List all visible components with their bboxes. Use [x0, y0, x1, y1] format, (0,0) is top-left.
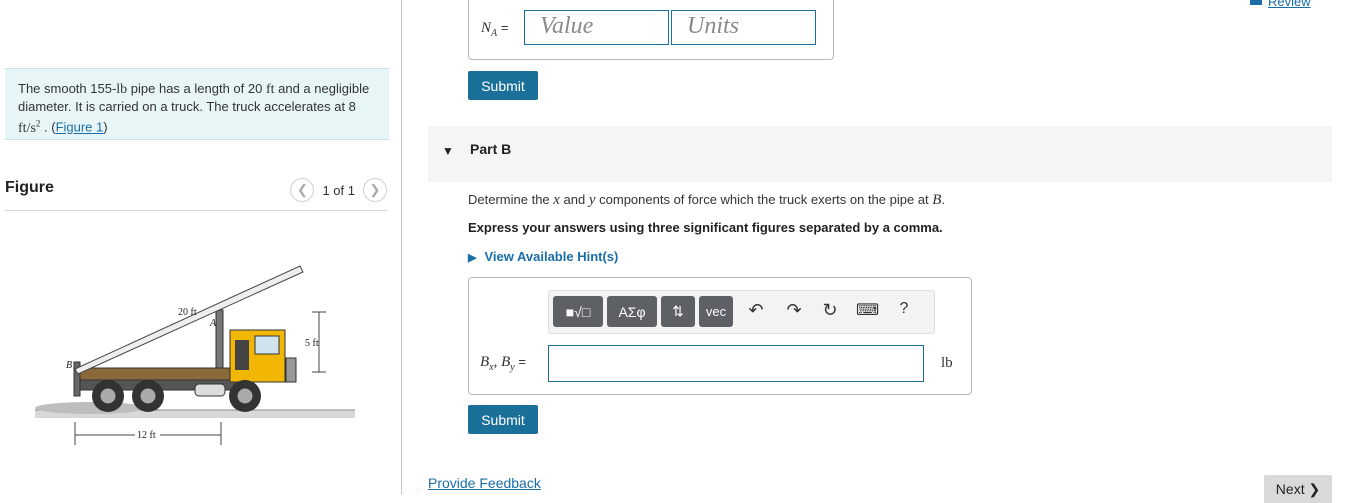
- view-hints-link[interactable]: ▶ View Available Hint(s): [468, 249, 618, 264]
- point-a-label: A: [209, 318, 217, 329]
- figure-title: Figure: [5, 179, 54, 196]
- templates-button[interactable]: ■√□: [553, 296, 603, 327]
- part-b-instruction: Express your answers using three signifi…: [468, 220, 943, 235]
- part-a-answer-label: NA =: [481, 20, 509, 39]
- math-toolbar: ■√□ ΑΣφ ⇅ vec ↶ ↷ ↻ ⌨ ?: [548, 290, 935, 334]
- answer-unit: lb: [941, 355, 953, 371]
- caret-right-icon: ▶: [468, 252, 477, 264]
- value-input[interactable]: Value: [524, 10, 669, 45]
- undo-icon[interactable]: ↶: [745, 300, 767, 321]
- greek-symbols-button[interactable]: ΑΣφ: [607, 296, 657, 327]
- point-b-label: B: [66, 360, 72, 371]
- part-b-submit-button[interactable]: Submit: [468, 405, 538, 434]
- part-b-question: Determine the x and y components of forc…: [468, 192, 946, 208]
- part-b-header[interactable]: ▼ Part B: [428, 126, 1332, 182]
- part-a-answer-box: NA = Value Units: [468, 0, 834, 60]
- post-a: [215, 309, 224, 369]
- reset-icon[interactable]: ↻: [819, 300, 841, 321]
- unit-acceleration: ft/s2: [18, 118, 41, 136]
- bx-by-input[interactable]: [548, 345, 924, 382]
- part-b-answer-label: Bx, By =: [480, 354, 526, 373]
- figure-page-count: 1 of 1: [322, 182, 355, 198]
- part-b-title: Part B: [470, 141, 512, 157]
- part-a-submit-button[interactable]: Submit: [468, 71, 538, 100]
- problem-text: The smooth 155-: [18, 81, 117, 96]
- figure-link[interactable]: Figure 1: [56, 120, 104, 135]
- keyboard-icon[interactable]: ⌨: [856, 300, 879, 320]
- unit-lb: lb: [116, 82, 128, 97]
- part-b-answer-box: ■√□ ΑΣφ ⇅ vec ↶ ↷ ↻ ⌨ ? Bx, By = lb: [468, 277, 972, 395]
- next-button[interactable]: Next ❯: [1264, 475, 1332, 503]
- arrows-button[interactable]: ⇅: [661, 296, 695, 327]
- caret-down-icon: ▼: [442, 144, 454, 158]
- figure-pager: ❮ 1 of 1 ❯: [290, 178, 387, 202]
- help-icon[interactable]: ?: [893, 300, 915, 318]
- problem-text: pipe has a length of 20: [127, 81, 266, 96]
- book-icon: [1250, 0, 1262, 5]
- problem-text: ): [103, 119, 108, 135]
- units-input[interactable]: Units: [671, 10, 816, 45]
- unit-ft: ft: [265, 82, 275, 97]
- next-figure-button[interactable]: ❯: [363, 178, 387, 202]
- previous-figure-button[interactable]: ❮: [290, 178, 315, 202]
- truck-bed: [74, 367, 246, 381]
- column-divider: [401, 0, 402, 495]
- redo-icon[interactable]: ↷: [783, 300, 805, 321]
- figure-header: Figure ❮ 1 of 1 ❯: [5, 170, 387, 211]
- truck-pipe-figure: 20 ft A B 5 ft 12 ft: [35, 265, 355, 445]
- review-link[interactable]: Review: [1250, 0, 1311, 9]
- problem-text: . (: [40, 119, 56, 135]
- vector-button[interactable]: vec: [699, 296, 733, 327]
- base-label: 12 ft: [137, 430, 156, 441]
- pipe-length-label: 20 ft: [178, 307, 197, 318]
- problem-statement: The smooth 155-lb pipe has a length of 2…: [5, 68, 389, 140]
- height-label: 5 ft: [305, 338, 319, 349]
- provide-feedback-link[interactable]: Provide Feedback: [428, 475, 541, 491]
